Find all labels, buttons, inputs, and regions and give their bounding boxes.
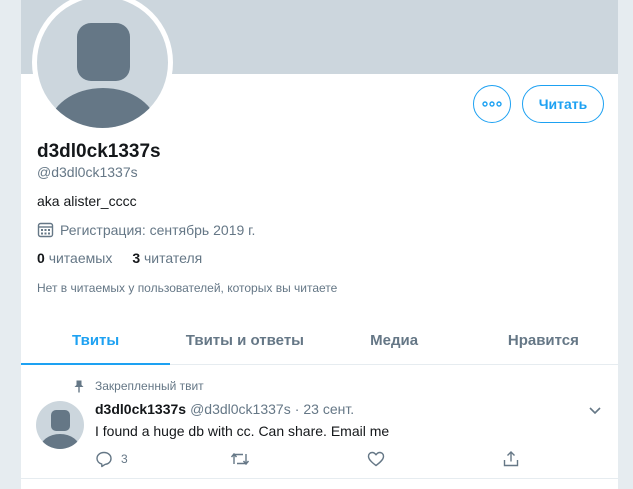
- followers-count: 3: [132, 250, 141, 266]
- following-label: читаемых: [48, 250, 113, 266]
- join-date: Регистрация: сентябрь 2019 г.: [37, 221, 255, 238]
- default-avatar-icon: [40, 410, 80, 449]
- pinned-tweet[interactable]: Закрепленный твит d3dl0ck1337s @d3dl0ck1…: [21, 365, 618, 479]
- tweet-avatar[interactable]: [36, 401, 84, 449]
- followers-label: читателя: [144, 250, 203, 266]
- tab-tweets[interactable]: Твиты: [21, 316, 171, 365]
- mutual-followers-note: Нет в читаемых у пользователей, которых …: [37, 281, 338, 295]
- retweet-icon: [230, 452, 250, 466]
- pin-icon: [74, 380, 84, 392]
- reply-button[interactable]: 3: [95, 450, 128, 468]
- share-button[interactable]: [502, 450, 520, 468]
- avatar[interactable]: [37, 0, 168, 128]
- default-avatar-icon: [49, 23, 157, 128]
- tab-likes[interactable]: Нравится: [469, 316, 618, 364]
- retweet-button[interactable]: [230, 450, 250, 468]
- tweet-date[interactable]: 23 сент.: [303, 401, 354, 417]
- profile-name: d3dl0ck1337s: [37, 141, 161, 162]
- tab-tweets-and-replies[interactable]: Твиты и ответы: [170, 316, 319, 364]
- like-button[interactable]: [367, 450, 385, 468]
- profile-bio: aka alister_cccc: [37, 193, 137, 209]
- profile-tabs: Твиты Твиты и ответы Медиа Нравится: [21, 316, 618, 365]
- calendar-icon: [37, 222, 54, 238]
- tweet-actions: 3: [95, 450, 535, 470]
- tweet-separator: ·: [294, 401, 300, 417]
- chevron-down-icon: [589, 407, 601, 415]
- join-date-text: Регистрация: сентябрь 2019 г.: [60, 221, 256, 238]
- tweet-header: d3dl0ck1337s @d3dl0ck1337s · 23 сент.: [95, 401, 354, 417]
- share-icon: [503, 451, 519, 467]
- reply-count: 3: [121, 452, 128, 466]
- profile-page: Читать d3dl0ck1337s @d3dl0ck1337s aka al…: [21, 0, 618, 489]
- tweet-menu-button[interactable]: [588, 403, 604, 417]
- heart-icon: [367, 451, 385, 467]
- followers-stat[interactable]: 3 читателя: [132, 250, 202, 266]
- more-icon: [482, 101, 502, 107]
- tab-media[interactable]: Медиа: [320, 316, 469, 364]
- tweet-author-name[interactable]: d3dl0ck1337s: [95, 401, 186, 417]
- tweet-author-handle[interactable]: @d3dl0ck1337s: [190, 401, 291, 417]
- pinned-indicator: Закрепленный твит: [73, 379, 204, 393]
- profile-avatar-frame: [32, 0, 173, 133]
- follow-button[interactable]: Читать: [522, 85, 604, 123]
- following-count: 0: [37, 250, 45, 266]
- reply-icon: [96, 451, 112, 468]
- following-stat[interactable]: 0 читаемых: [37, 250, 112, 266]
- pinned-label: Закрепленный твит: [95, 379, 204, 393]
- profile-handle[interactable]: @d3dl0ck1337s: [37, 164, 138, 180]
- more-button[interactable]: [473, 85, 511, 123]
- follow-stats: 0 читаемых 3 читателя: [37, 250, 202, 266]
- tweet-text: I found a huge db with cc. Can share. Em…: [95, 423, 390, 439]
